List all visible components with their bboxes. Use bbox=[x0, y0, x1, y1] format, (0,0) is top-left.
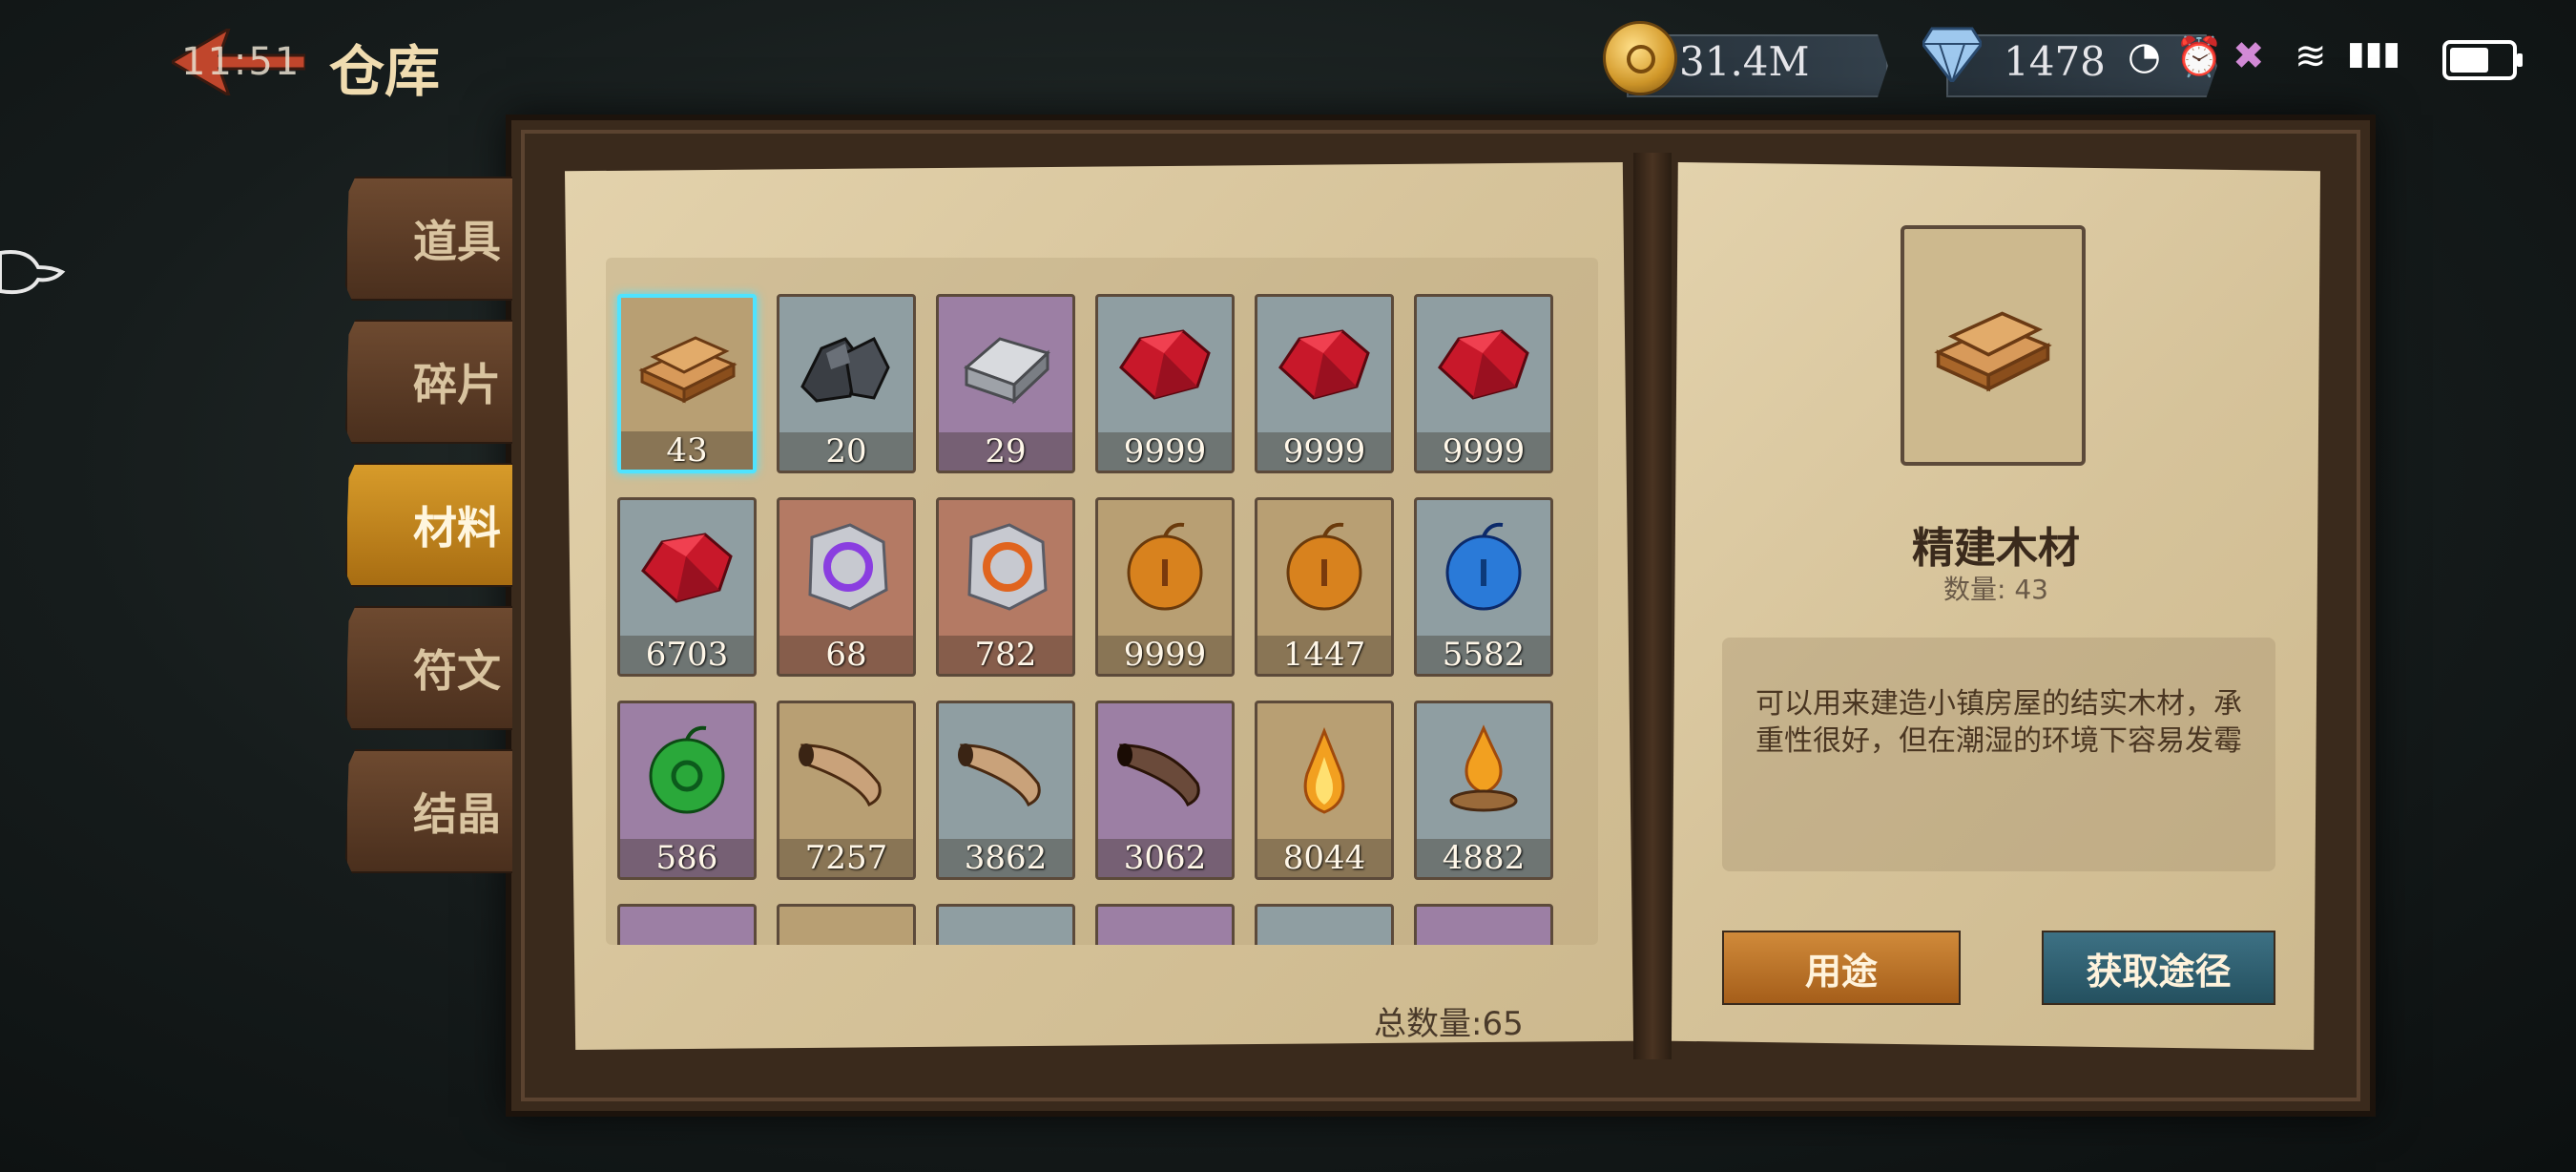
app-badge-icon: ✖ bbox=[2233, 34, 2265, 78]
item-slot[interactable]: 9999 bbox=[1414, 294, 1553, 473]
book-spine bbox=[1633, 153, 1672, 1059]
top-bar: 11:51 仓库 31.4M 1478 ◔ ⏰ ✖ ≋ ▮▮▮ bbox=[0, 0, 2576, 124]
item-count: 6703 bbox=[620, 636, 754, 674]
item-slot[interactable]: 20 bbox=[777, 294, 916, 473]
item-slot[interactable]: 3862 bbox=[936, 701, 1075, 880]
lamp-icon bbox=[0, 250, 66, 295]
horn-icon bbox=[958, 743, 1041, 807]
item-slot[interactable] bbox=[617, 904, 757, 945]
item-slot[interactable]: 782 bbox=[936, 497, 1075, 677]
iron-ingot-icon bbox=[964, 337, 1050, 405]
tab-runes[interactable]: 符文 bbox=[345, 606, 512, 730]
item-count: 20 bbox=[779, 432, 913, 471]
description-box: 可以用来建造小镇房屋的结实木材，承重性很好，但在潮湿的环境下容易发霉 bbox=[1722, 638, 2275, 871]
item-count: 4882 bbox=[1417, 839, 1550, 877]
tab-crystals[interactable]: 结晶 bbox=[345, 749, 512, 873]
item-count: 7257 bbox=[779, 839, 913, 877]
wood-planks-icon bbox=[638, 336, 737, 404]
diamond-icon bbox=[1922, 27, 1982, 82]
item-slot[interactable]: 29 bbox=[936, 294, 1075, 473]
item-slot[interactable]: 3062 bbox=[1095, 701, 1235, 880]
red-gem-icon bbox=[641, 533, 733, 603]
item-count: 9999 bbox=[1098, 636, 1232, 674]
golden-apple-icon bbox=[1127, 522, 1203, 611]
item-slot[interactable] bbox=[936, 904, 1075, 945]
item-grid[interactable]: 43 20 29 9999 9999 9999 6703 68 782 9999 1447 5582 5… bbox=[606, 258, 1598, 945]
item-slot[interactable]: 586 bbox=[617, 701, 757, 880]
blue-apple-icon bbox=[1445, 522, 1522, 611]
tab-materials[interactable]: 材料 bbox=[345, 463, 512, 587]
wifi-icon: ≋ bbox=[2295, 34, 2327, 78]
item-description: 可以用来建造小镇房屋的结实木材，承重性很好，但在潮湿的环境下容易发霉 bbox=[1755, 687, 2242, 758]
speedometer-icon: ◔ bbox=[2128, 34, 2161, 78]
item-count: 68 bbox=[779, 636, 913, 674]
item-slot[interactable]: 6703 bbox=[617, 497, 757, 677]
use-button[interactable]: 用途 bbox=[1722, 931, 1961, 1005]
item-slot[interactable]: 4882 bbox=[1414, 701, 1553, 880]
signal-icon: ▮▮▮ bbox=[2347, 34, 2401, 73]
item-slot[interactable]: 9999 bbox=[1255, 294, 1394, 473]
selected-item-quantity: 数量: 43 bbox=[1943, 574, 2048, 605]
item-slot[interactable]: 5582 bbox=[1414, 497, 1553, 677]
wood-planks-icon bbox=[1934, 311, 2052, 392]
item-slot[interactable]: 1447 bbox=[1255, 497, 1394, 677]
item-count: 586 bbox=[620, 839, 754, 877]
red-gem-icon bbox=[1119, 329, 1211, 400]
item-slot[interactable]: 68 bbox=[777, 497, 916, 677]
item-count: 3862 bbox=[939, 839, 1072, 877]
item-slot[interactable]: 8044 bbox=[1255, 701, 1394, 880]
coal-ore-icon bbox=[800, 336, 890, 403]
system-status-bar: ◔ ⏰ ✖ ≋ ▮▮▮ bbox=[2128, 29, 2547, 86]
coin-value: 31.4M bbox=[1679, 38, 1810, 85]
tab-fragments[interactable]: 碎片 bbox=[345, 320, 512, 444]
dark-horn-icon bbox=[1117, 743, 1200, 807]
item-slot[interactable]: 7257 bbox=[777, 701, 916, 880]
gem-value: 1478 bbox=[2004, 38, 2106, 85]
alarm-icon: ⏰ bbox=[2175, 35, 2223, 79]
horn-icon bbox=[799, 743, 882, 807]
total-count: 总数量:65 bbox=[1374, 1005, 1524, 1043]
item-count: 8044 bbox=[1257, 839, 1391, 877]
item-count: 9999 bbox=[1257, 432, 1391, 471]
item-count: 29 bbox=[939, 432, 1072, 471]
red-gem-icon bbox=[1278, 329, 1370, 400]
item-count: 43 bbox=[621, 431, 753, 470]
item-count: 782 bbox=[939, 636, 1072, 674]
item-slot[interactable] bbox=[777, 904, 916, 945]
tab-props[interactable]: 道具 bbox=[345, 177, 512, 301]
green-apple-icon bbox=[649, 725, 725, 814]
selected-item-name: 精建木材 bbox=[1912, 524, 2080, 573]
selected-item-icon bbox=[1901, 225, 2086, 466]
purple-rune-stone-icon bbox=[808, 523, 888, 611]
red-gem-icon bbox=[1438, 329, 1529, 400]
item-count: 1447 bbox=[1257, 636, 1391, 674]
flame-icon bbox=[1303, 726, 1345, 814]
item-slot[interactable] bbox=[1414, 904, 1553, 945]
item-count: 9999 bbox=[1417, 432, 1550, 471]
page-title: 仓库 bbox=[329, 39, 441, 104]
item-slot[interactable] bbox=[1255, 904, 1394, 945]
orange-rune-stone-icon bbox=[967, 523, 1048, 611]
status-time: 11:51 bbox=[181, 40, 301, 84]
item-slot[interactable]: 9999 bbox=[1095, 497, 1235, 677]
item-count: 3062 bbox=[1098, 839, 1232, 877]
obtain-source-button[interactable]: 获取途径 bbox=[2042, 931, 2275, 1005]
item-slot[interactable]: 43 bbox=[617, 294, 757, 473]
item-count: 9999 bbox=[1098, 432, 1232, 471]
golden-apple-icon bbox=[1286, 522, 1362, 611]
item-slot[interactable] bbox=[1095, 904, 1235, 945]
item-slot[interactable]: 9999 bbox=[1095, 294, 1235, 473]
brazier-flame-icon bbox=[1449, 724, 1518, 812]
coin-icon bbox=[1603, 21, 1677, 95]
battery-icon bbox=[2442, 40, 2523, 80]
item-count: 5582 bbox=[1417, 636, 1550, 674]
